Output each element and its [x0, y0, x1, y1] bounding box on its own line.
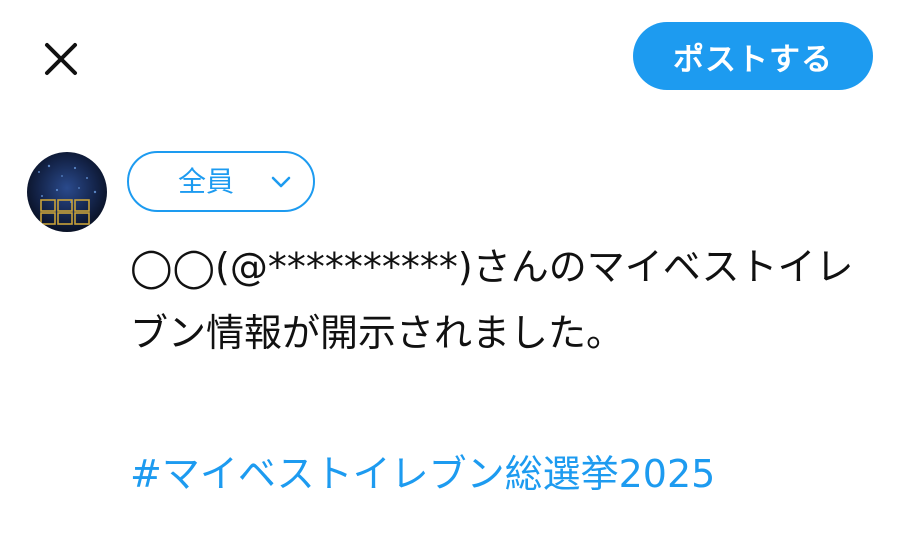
audience-label: 全員: [178, 165, 235, 198]
compose-screen: ポストする 全員 ◯◯(@**********)さんのマイベストイレブン情報が開…: [0, 0, 900, 552]
post-button[interactable]: ポストする: [633, 22, 873, 90]
avatar-image: [27, 152, 107, 232]
close-icon: [45, 43, 77, 75]
tweet-text-input[interactable]: ◯◯(@**********)さんのマイベストイレブン情報が開示されました。: [130, 234, 870, 366]
close-button[interactable]: [36, 34, 86, 84]
chevron-down-icon: [271, 176, 291, 188]
avatar[interactable]: [27, 152, 107, 232]
audience-selector[interactable]: 全員: [127, 151, 315, 212]
hashtag-link[interactable]: #マイベストイレブン総選挙2025: [130, 449, 715, 499]
